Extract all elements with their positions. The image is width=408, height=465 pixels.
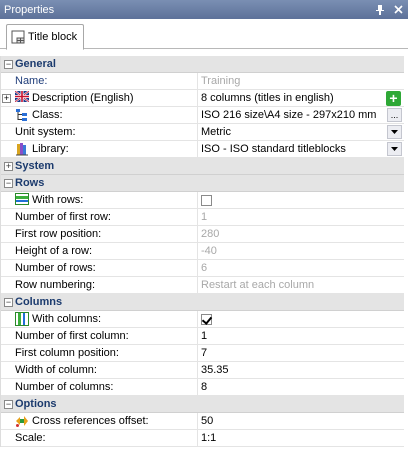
add-translation-button[interactable]: + bbox=[386, 90, 401, 106]
prop-label: Number of columns: bbox=[15, 381, 114, 393]
prop-library[interactable]: Library: ISO - ISO standard titleblocks bbox=[1, 140, 404, 158]
collapse-icon[interactable]: − bbox=[4, 298, 13, 307]
flag-uk-icon bbox=[14, 91, 30, 105]
class-tree-icon bbox=[15, 108, 29, 122]
prop-description[interactable]: + Description (English) 8 columns (title… bbox=[1, 89, 404, 107]
category-system[interactable]: + System bbox=[1, 158, 404, 175]
prop-label: With columns: bbox=[32, 313, 102, 325]
prop-value: 1 bbox=[197, 208, 404, 226]
prop-value: ISO 216 size\A4 size - 297x210 mm bbox=[201, 109, 377, 121]
prop-value: 280 bbox=[197, 225, 404, 243]
prop-value[interactable]: 50 bbox=[197, 412, 404, 430]
expand-icon[interactable]: + bbox=[2, 94, 11, 103]
prop-label: Number of rows: bbox=[15, 262, 96, 274]
category-label: Rows bbox=[15, 177, 45, 189]
property-grid: − General Name: Training + Description (… bbox=[0, 56, 404, 447]
library-books-icon bbox=[15, 142, 29, 156]
prop-label: Scale: bbox=[15, 432, 46, 444]
prop-label: Width of column: bbox=[15, 364, 97, 376]
category-general[interactable]: − General bbox=[1, 56, 404, 73]
category-label: Columns bbox=[15, 296, 63, 308]
prop-value: Training bbox=[197, 72, 404, 90]
prop-scale[interactable]: Scale: 1:1 bbox=[1, 429, 404, 447]
tab-strip: Title block bbox=[0, 19, 408, 50]
columns-icon bbox=[15, 312, 29, 326]
with-rows-checkbox[interactable] bbox=[201, 194, 212, 206]
prop-value[interactable]: 1:1 bbox=[197, 429, 404, 447]
prop-label: Number of first column: bbox=[15, 330, 129, 342]
prop-label: Class: bbox=[32, 109, 63, 121]
prop-label: Number of first row: bbox=[15, 211, 111, 223]
prop-value[interactable]: 8 bbox=[197, 378, 404, 396]
prop-value[interactable]: 35.35 bbox=[197, 361, 404, 379]
tab-title-block[interactable]: Title block bbox=[6, 24, 85, 50]
library-select[interactable]: ISO - ISO standard titleblocks bbox=[197, 140, 404, 158]
prop-cross-ref-offset[interactable]: Cross references offset: 50 bbox=[1, 412, 404, 430]
prop-label: With rows: bbox=[32, 194, 84, 206]
prop-value[interactable]: 1 bbox=[197, 327, 404, 345]
pin-icon[interactable] bbox=[372, 2, 388, 18]
title-block-icon bbox=[11, 30, 25, 44]
collapse-icon[interactable]: − bbox=[4, 179, 13, 188]
prop-label: Unit system: bbox=[15, 126, 76, 138]
prop-with-columns[interactable]: With columns: bbox=[1, 310, 404, 328]
properties-title-bar: Properties bbox=[0, 0, 408, 19]
prop-name[interactable]: Name: Training bbox=[1, 72, 404, 90]
prop-label: Height of a row: bbox=[15, 245, 93, 257]
category-options[interactable]: − Options bbox=[1, 396, 404, 413]
prop-first-column-number[interactable]: Number of first column: 1 bbox=[1, 327, 404, 345]
browse-button[interactable]: ... bbox=[387, 107, 402, 122]
prop-with-rows[interactable]: With rows: bbox=[1, 191, 404, 209]
chevron-down-icon[interactable] bbox=[387, 141, 402, 156]
prop-value: ISO - ISO standard titleblocks bbox=[201, 143, 346, 155]
collapse-icon[interactable]: − bbox=[4, 400, 13, 409]
prop-label: Library: bbox=[32, 143, 69, 155]
prop-class[interactable]: Class: ISO 216 size\A4 size - 297x210 mm… bbox=[1, 106, 404, 124]
collapse-icon[interactable]: − bbox=[4, 60, 13, 69]
prop-label: First row position: bbox=[15, 228, 102, 240]
tab-label: Title block bbox=[28, 31, 78, 43]
prop-label: Cross references offset: bbox=[32, 415, 149, 427]
prop-value[interactable]: 7 bbox=[197, 344, 404, 362]
with-columns-checkbox[interactable] bbox=[201, 313, 212, 325]
prop-column-count[interactable]: Number of columns: 8 bbox=[1, 378, 404, 396]
category-rows[interactable]: − Rows bbox=[1, 175, 404, 192]
prop-value-class[interactable]: ISO 216 size\A4 size - 297x210 mm ... bbox=[197, 106, 404, 124]
category-label: System bbox=[15, 160, 55, 172]
prop-value-description[interactable]: 8 columns (titles in english) + bbox=[197, 89, 404, 107]
prop-value: -40 bbox=[197, 242, 404, 260]
prop-value: Metric bbox=[201, 126, 231, 138]
prop-label: First column position: bbox=[15, 347, 119, 359]
expand-icon[interactable]: + bbox=[4, 162, 13, 171]
prop-column-width[interactable]: Width of column: 35.35 bbox=[1, 361, 404, 379]
rows-icon bbox=[15, 193, 29, 207]
unit-system-select[interactable]: Metric bbox=[197, 123, 404, 141]
chevron-down-icon[interactable] bbox=[387, 124, 402, 139]
prop-row-numbering[interactable]: Row numbering: Restart at each column bbox=[1, 276, 404, 294]
prop-first-row-position[interactable]: First row position: 280 bbox=[1, 225, 404, 243]
category-label: Options bbox=[15, 398, 57, 410]
prop-row-height[interactable]: Height of a row: -40 bbox=[1, 242, 404, 260]
cross-ref-icon bbox=[15, 414, 29, 428]
prop-value: 8 columns (titles in english) bbox=[201, 92, 334, 104]
category-label: General bbox=[15, 58, 56, 70]
prop-label: Description (English) bbox=[32, 92, 134, 104]
prop-first-row-number[interactable]: Number of first row: 1 bbox=[1, 208, 404, 226]
prop-first-column-position[interactable]: First column position: 7 bbox=[1, 344, 404, 362]
window-title: Properties bbox=[4, 3, 55, 16]
prop-value: 6 bbox=[197, 259, 404, 277]
prop-label: Row numbering: bbox=[15, 279, 96, 291]
prop-unit-system[interactable]: Unit system: Metric bbox=[1, 123, 404, 141]
prop-label: Name: bbox=[15, 75, 48, 87]
prop-row-count[interactable]: Number of rows: 6 bbox=[1, 259, 404, 277]
category-columns[interactable]: − Columns bbox=[1, 294, 404, 311]
prop-value: Restart at each column bbox=[197, 276, 404, 294]
close-icon[interactable] bbox=[390, 2, 406, 18]
